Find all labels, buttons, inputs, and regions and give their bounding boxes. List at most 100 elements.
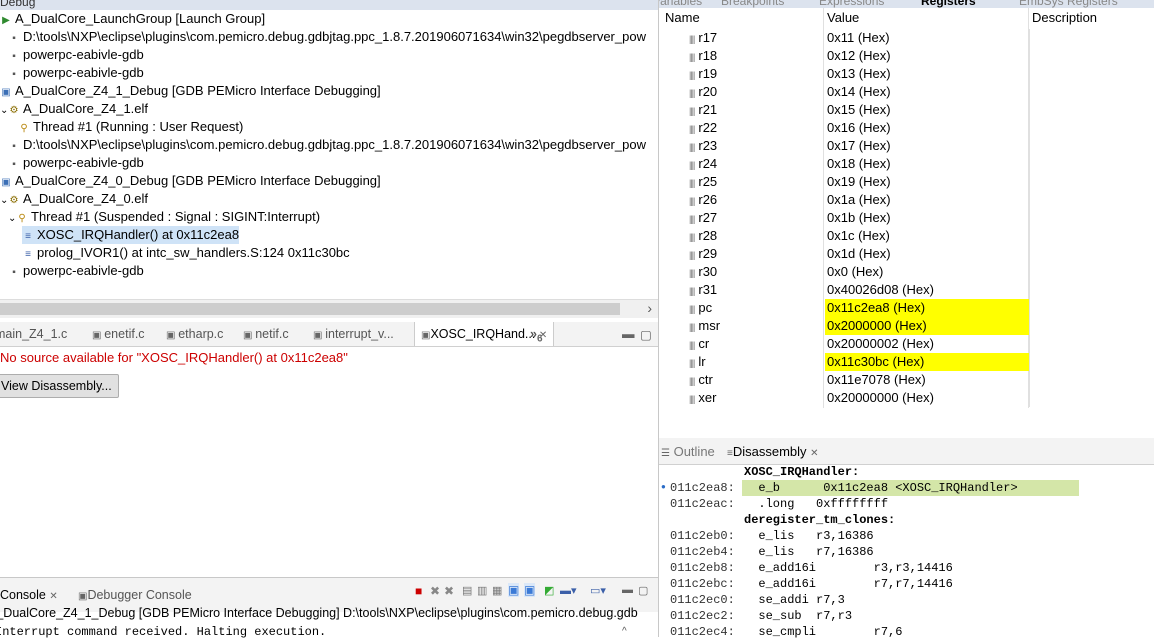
register-row[interactable]: |||| lr 0x11c30bc (Hex) bbox=[659, 353, 1154, 371]
register-row[interactable]: |||| r29 0x1d (Hex) bbox=[659, 245, 1154, 263]
register-value[interactable]: 0x1b (Hex) bbox=[825, 209, 1029, 227]
debug-horizontal-scrollbar[interactable]: › bbox=[0, 299, 658, 318]
tree-item[interactable]: ⚲ Thread #1 (Running : User Request) bbox=[18, 118, 243, 136]
open-console-icon[interactable]: ▭▾ bbox=[590, 584, 606, 597]
expand-chevron-icon[interactable]: ⌄ bbox=[0, 102, 8, 120]
tree-item[interactable]: ⌄⚙ A_DualCore_Z4_0.elf bbox=[0, 190, 148, 208]
tab-variables[interactable]: Variables bbox=[659, 0, 702, 8]
register-row[interactable]: |||| r18 0x12 (Hex) bbox=[659, 47, 1154, 65]
tab-netif[interactable]: ▣ netif.c bbox=[243, 327, 289, 341]
remove-all-icon[interactable]: ✖ bbox=[444, 584, 454, 598]
tab-etharp[interactable]: ▣ etharp.c bbox=[166, 327, 223, 341]
word-wrap-icon[interactable]: ▦ bbox=[492, 584, 502, 597]
register-row[interactable]: |||| xer 0x20000000 (Hex) bbox=[659, 389, 1154, 407]
tree-item[interactable]: ▣ A_DualCore_Z4_1_Debug [GDB PEMicro Inte… bbox=[0, 82, 380, 100]
register-row[interactable]: |||| r27 0x1b (Hex) bbox=[659, 209, 1154, 227]
close-icon[interactable]: ✕ bbox=[810, 448, 818, 459]
disassembly-line[interactable]: 011c2ec4: se_cmpli r7,6 bbox=[659, 624, 1154, 640]
tree-item[interactable]: ▪ powerpc-eabivle-gdb bbox=[8, 262, 143, 280]
disassembly-line[interactable]: ● 011c2ea8: e_b 0x11c2ea8 <XOSC_IRQHandle… bbox=[659, 480, 1154, 496]
tree-item[interactable]: ▪ D:\tools\NXP\eclipse\plugins\com.pemicr… bbox=[8, 136, 646, 154]
disassembly-line[interactable]: 011c2ebc: e_add16i r7,r7,14416 bbox=[659, 576, 1154, 592]
disassembly-line[interactable]: 011c2eb0: e_lis r3,16386 bbox=[659, 528, 1154, 544]
register-row[interactable]: |||| r21 0x15 (Hex) bbox=[659, 101, 1154, 119]
tab-outline[interactable]: ☰ Outline bbox=[661, 444, 715, 459]
register-value-changed[interactable]: 0x2000000 (Hex) bbox=[825, 317, 1029, 335]
tree-item[interactable]: ⌄ ⚲ Thread #1 (Suspended : Signal : SIGINT… bbox=[8, 208, 320, 226]
register-value-changed[interactable]: 0x11c30bc (Hex) bbox=[825, 353, 1029, 371]
register-value[interactable]: 0x20000000 (Hex) bbox=[825, 389, 1029, 407]
disassembly-label-line[interactable]: deregister_tm_clones: bbox=[659, 512, 1154, 528]
register-value[interactable]: 0x11e7078 (Hex) bbox=[825, 371, 1029, 389]
register-row[interactable]: |||| r30 0x0 (Hex) bbox=[659, 263, 1154, 281]
tab-overflow-button[interactable]: »6 bbox=[530, 327, 543, 345]
disassembly-line[interactable]: 011c2eb8: e_add16i r3,r3,14416 bbox=[659, 560, 1154, 576]
tab-registers[interactable]: Registers bbox=[921, 0, 976, 8]
disassembly-line[interactable]: 011c2ec2: se_sub r7,r3 bbox=[659, 608, 1154, 624]
register-value[interactable]: 0x17 (Hex) bbox=[825, 137, 1029, 155]
register-row[interactable]: |||| r22 0x16 (Hex) bbox=[659, 119, 1154, 137]
register-value[interactable]: 0x18 (Hex) bbox=[825, 155, 1029, 173]
expand-chevron-icon[interactable]: ⌄ bbox=[8, 210, 16, 228]
register-row[interactable]: |||| pc 0x11c2ea8 (Hex) bbox=[659, 299, 1154, 317]
view-disassembly-button[interactable]: View Disassembly... bbox=[0, 374, 119, 398]
tab-debugger-console[interactable]: ▣Debugger Console bbox=[78, 588, 192, 602]
tab-main-z4-1[interactable]: main_Z4_1.c bbox=[0, 327, 67, 341]
tree-item[interactable]: ▪ D:\tools\NXP\eclipse\plugins\com.pemicr… bbox=[8, 28, 646, 46]
scroll-lock-icon[interactable]: ▥ bbox=[477, 584, 487, 597]
register-row[interactable]: |||| r26 0x1a (Hex) bbox=[659, 191, 1154, 209]
tab-enetif[interactable]: ▣ enetif.c bbox=[92, 327, 145, 341]
tree-item[interactable]: ▶ A_DualCore_LaunchGroup [Launch Group] bbox=[0, 10, 265, 28]
tree-item[interactable]: ▪ powerpc-eabivle-gdb bbox=[8, 154, 143, 172]
tree-item[interactable]: ⌄⚙ A_DualCore_Z4_1.elf bbox=[0, 100, 148, 118]
register-value[interactable]: 0x1d (Hex) bbox=[825, 245, 1029, 263]
tab-interrupt-v[interactable]: ▣ interrupt_v... bbox=[313, 327, 394, 341]
remove-launch-icon[interactable]: ✖ bbox=[430, 584, 440, 598]
tree-item[interactable]: ▪ powerpc-eabivle-gdb bbox=[8, 46, 143, 64]
show-on-output-icon[interactable]: ▣ bbox=[508, 583, 520, 597]
tree-item[interactable]: ▪ powerpc-eabivle-gdb bbox=[8, 64, 143, 82]
disassembly-line[interactable]: 011c2eb4: e_lis r7,16386 bbox=[659, 544, 1154, 560]
register-row[interactable]: |||| msr 0x2000000 (Hex) bbox=[659, 317, 1154, 335]
register-row[interactable]: |||| r28 0x1c (Hex) bbox=[659, 227, 1154, 245]
register-value[interactable]: 0x20000002 (Hex) bbox=[825, 335, 1029, 353]
clear-console-icon[interactable]: ▤ bbox=[462, 584, 472, 597]
register-value[interactable]: 0x1a (Hex) bbox=[825, 191, 1029, 209]
maximize-icon[interactable]: ▢ bbox=[640, 327, 652, 342]
column-header-value[interactable]: Value bbox=[827, 10, 859, 25]
register-value[interactable]: 0x11 (Hex) bbox=[825, 29, 1029, 47]
scrollbar-thumb[interactable] bbox=[0, 303, 620, 315]
register-row[interactable]: |||| r25 0x19 (Hex) bbox=[659, 173, 1154, 191]
column-header-description[interactable]: Description bbox=[1032, 10, 1097, 25]
pin-console-icon[interactable]: ◩ bbox=[544, 584, 554, 597]
tab-expressions[interactable]: Expressions bbox=[819, 0, 884, 8]
expand-chevron-icon[interactable]: ⌄ bbox=[0, 192, 8, 210]
column-header-name[interactable]: Name bbox=[665, 10, 700, 25]
register-value[interactable]: 0x19 (Hex) bbox=[825, 173, 1029, 191]
disassembly-line[interactable]: 011c2eac: .long 0xffffffff bbox=[659, 496, 1154, 512]
register-row[interactable]: |||| ctr 0x11e7078 (Hex) bbox=[659, 371, 1154, 389]
register-row[interactable]: |||| r19 0x13 (Hex) bbox=[659, 65, 1154, 83]
terminate-icon[interactable]: ■ bbox=[415, 584, 422, 598]
register-value-changed[interactable]: 0x11c2ea8 (Hex) bbox=[825, 299, 1029, 317]
register-value[interactable]: 0x14 (Hex) bbox=[825, 83, 1029, 101]
register-value[interactable]: 0x1c (Hex) bbox=[825, 227, 1029, 245]
minimize-icon[interactable]: ▬ bbox=[622, 584, 633, 596]
scroll-right-arrow-icon[interactable]: › bbox=[647, 300, 652, 316]
close-icon[interactable]: ✕ bbox=[49, 591, 57, 602]
tree-item[interactable]: ▣ A_DualCore_Z4_0_Debug [GDB PEMicro Inte… bbox=[0, 172, 380, 190]
display-console-icon[interactable]: ▬▾ bbox=[560, 584, 577, 597]
tab-embsys-registers[interactable]: EmbSys Registers bbox=[1019, 0, 1118, 8]
show-on-error-icon[interactable]: ▣ bbox=[524, 583, 536, 597]
register-value[interactable]: 0x0 (Hex) bbox=[825, 263, 1029, 281]
scroll-up-arrow-icon[interactable]: ^ bbox=[622, 626, 627, 637]
tab-console[interactable]: Console ✕ bbox=[0, 588, 58, 602]
register-row[interactable]: |||| r31 0x40026d08 (Hex) bbox=[659, 281, 1154, 299]
register-row[interactable]: |||| r23 0x17 (Hex) bbox=[659, 137, 1154, 155]
register-value[interactable]: 0x13 (Hex) bbox=[825, 65, 1029, 83]
tab-breakpoints[interactable]: Breakpoints bbox=[721, 0, 784, 8]
tab-disassembly[interactable]: ≡Disassembly ✕ bbox=[727, 444, 819, 459]
register-value[interactable]: 0x40026d08 (Hex) bbox=[825, 281, 1029, 299]
disassembly-line[interactable]: 011c2ec0: se_addi r7,3 bbox=[659, 592, 1154, 608]
register-row[interactable]: |||| r24 0x18 (Hex) bbox=[659, 155, 1154, 173]
